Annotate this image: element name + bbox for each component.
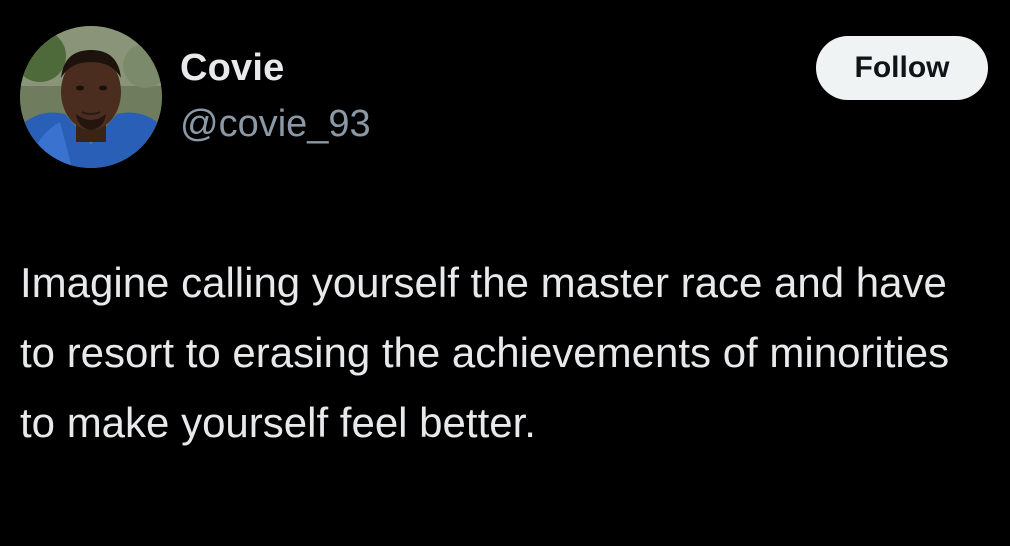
profile-photo-icon <box>20 26 162 168</box>
tweet-card: Covie @covie_93 Follow Imagine calling y… <box>0 0 1010 546</box>
avatar[interactable] <box>20 26 162 168</box>
user-handle[interactable]: @covie_93 <box>180 100 371 148</box>
follow-button[interactable]: Follow <box>816 36 988 100</box>
user-info: Covie @covie_93 <box>180 44 371 148</box>
tweet-text: Imagine calling yourself the master race… <box>20 259 950 446</box>
display-name[interactable]: Covie <box>180 44 371 92</box>
